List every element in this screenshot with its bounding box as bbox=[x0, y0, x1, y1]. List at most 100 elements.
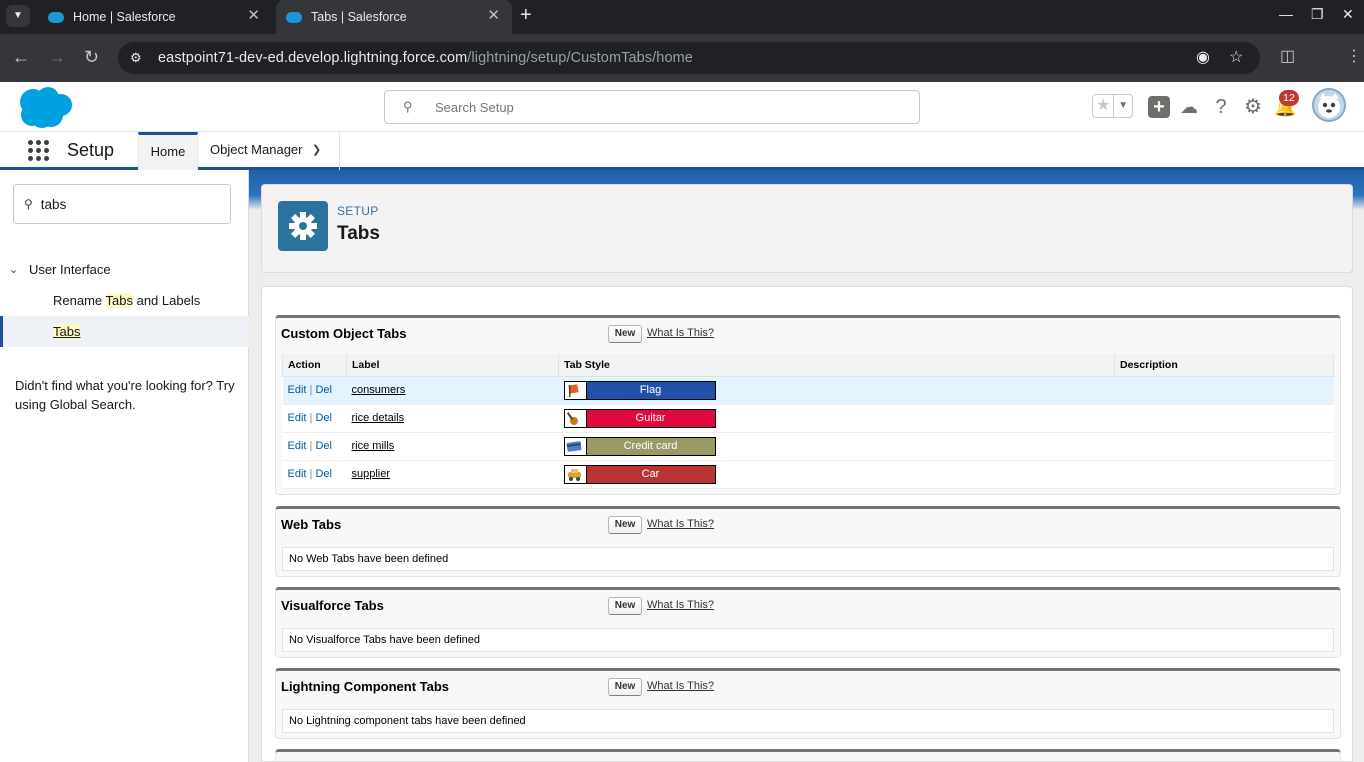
back-icon[interactable]: ← bbox=[12, 46, 30, 68]
tab-label-link[interactable]: consumers bbox=[352, 384, 406, 396]
action-cell: Edit | Del bbox=[282, 432, 347, 461]
favorites-dropdown-icon[interactable]: ▼ bbox=[1114, 95, 1132, 117]
edit-link[interactable]: Edit bbox=[288, 440, 307, 452]
car-icon bbox=[564, 465, 587, 483]
flag-icon bbox=[564, 381, 587, 399]
visualforce-tabs-section: Visualforce Tabs New What Is This? No Vi… bbox=[275, 587, 1341, 658]
setup-sidebar: ⚲ ⌄ User Interface Rename Tabs and Label… bbox=[0, 170, 249, 762]
tab-style-name: Flag bbox=[586, 381, 715, 399]
bookmark-star-icon[interactable]: ☆ bbox=[1229, 49, 1243, 67]
new-custom-object-tab-button[interactable]: New bbox=[608, 325, 642, 343]
what-is-this-link[interactable]: What Is This? bbox=[647, 680, 714, 692]
empty-message: No Web Tabs have been defined bbox=[282, 547, 1334, 571]
page-title: Tabs bbox=[337, 223, 380, 244]
extensions-icon[interactable]: ◫ bbox=[1280, 46, 1295, 68]
action-cell: Edit | Del bbox=[282, 376, 347, 405]
tab-label-link[interactable]: supplier bbox=[352, 468, 391, 480]
action-cell: Edit | Del bbox=[282, 460, 347, 489]
quick-find-input[interactable] bbox=[40, 196, 211, 212]
nav-tab-home[interactable]: Home bbox=[138, 132, 198, 170]
quick-find-box[interactable]: ⚲ bbox=[13, 184, 231, 224]
guitar-icon bbox=[564, 409, 587, 427]
what-is-this-link[interactable]: What Is This? bbox=[647, 518, 714, 530]
tab-style-name: Guitar bbox=[586, 409, 715, 427]
tab-style-name: Credit card bbox=[586, 437, 715, 455]
table-row: Edit | Del consumers Flag bbox=[282, 376, 1334, 405]
del-link[interactable]: Del bbox=[315, 468, 332, 480]
new-tab-icon[interactable]: + bbox=[520, 4, 532, 26]
custom-object-tabs-table: Action Label Tab Style Description Edit … bbox=[282, 354, 1334, 489]
eye-icon[interactable]: ◉ bbox=[1196, 49, 1210, 67]
description-cell bbox=[1114, 376, 1334, 405]
del-link[interactable]: Del bbox=[315, 384, 332, 396]
new-web-tab-button[interactable]: New bbox=[608, 516, 642, 534]
what-is-this-link[interactable]: What Is This? bbox=[647, 599, 714, 611]
edit-link[interactable]: Edit bbox=[288, 384, 307, 396]
edit-link[interactable]: Edit bbox=[288, 412, 307, 424]
tab-search-icon[interactable]: ▼ bbox=[6, 5, 30, 27]
sidebar-item-rename-tabs[interactable]: Rename Tabs and Labels bbox=[0, 285, 249, 316]
chevron-down-icon[interactable]: ❯ bbox=[312, 132, 321, 168]
setup-gear-icon[interactable]: ⚙ bbox=[1242, 96, 1264, 118]
next-section-partial bbox=[275, 749, 1341, 761]
close-tab-icon[interactable]: ✕ bbox=[487, 8, 500, 24]
search-icon: ⚲ bbox=[24, 197, 33, 211]
browser-tab-strip: ▼ Home | Salesforce ✕ Tabs | Salesforce … bbox=[0, 0, 1364, 34]
tree-section-user-interface[interactable]: ⌄ User Interface bbox=[0, 257, 249, 281]
browser-tab-title: Home | Salesforce bbox=[73, 10, 176, 24]
global-actions-plus-icon[interactable]: + bbox=[1148, 96, 1170, 118]
sidebar-item-label: Tabs bbox=[53, 324, 81, 339]
url-text[interactable]: eastpoint71-dev-ed.develop.lightning.for… bbox=[158, 50, 693, 66]
table-row: Edit | Del supplier Car bbox=[282, 460, 1334, 489]
nav-tab-label: Object Manager bbox=[210, 142, 303, 157]
tabs-content: Custom Object Tabs New What Is This? Act… bbox=[261, 286, 1353, 762]
lightning-component-tabs-section: Lightning Component Tabs New What Is Thi… bbox=[275, 668, 1341, 739]
forward-icon[interactable]: → bbox=[48, 46, 66, 68]
label-cell: rice mills bbox=[346, 432, 559, 461]
close-tab-icon[interactable]: ✕ bbox=[247, 8, 260, 24]
user-avatar[interactable] bbox=[1312, 88, 1346, 122]
favorites-group: ★ ▼ bbox=[1092, 94, 1133, 118]
restore-icon[interactable]: ❐ bbox=[1311, 4, 1324, 24]
breadcrumb[interactable]: SETUP bbox=[337, 204, 379, 218]
chevron-down-icon[interactable]: ⌄ bbox=[9, 263, 23, 276]
setup-nav-bar: Setup Home Object Manager ❯ bbox=[0, 132, 1364, 170]
trailhead-icon[interactable]: ☁ bbox=[1178, 96, 1200, 118]
edit-link[interactable]: Edit bbox=[288, 468, 307, 480]
del-link[interactable]: Del bbox=[315, 440, 332, 452]
table-row: Edit | Del rice details Guitar bbox=[282, 404, 1334, 433]
address-bar[interactable]: ⚙ eastpoint71-dev-ed.develop.lightning.f… bbox=[118, 42, 1260, 74]
reload-icon[interactable]: ↻ bbox=[84, 46, 99, 68]
salesforce-logo[interactable] bbox=[15, 86, 73, 128]
new-lightning-tab-button[interactable]: New bbox=[608, 678, 642, 696]
tab-label-link[interactable]: rice mills bbox=[352, 440, 395, 452]
nav-tab-object-manager[interactable]: Object Manager ❯ bbox=[199, 132, 340, 170]
empty-message: No Visualforce Tabs have been defined bbox=[282, 628, 1334, 652]
salesforce-favicon-icon bbox=[286, 11, 302, 23]
browser-tab-home[interactable]: Home | Salesforce ✕ bbox=[36, 0, 272, 34]
table-row: Edit | Del rice mills Credit card bbox=[282, 432, 1334, 461]
del-link[interactable]: Del bbox=[315, 412, 332, 424]
new-visualforce-tab-button[interactable]: New bbox=[608, 597, 642, 615]
close-window-icon[interactable]: ✕ bbox=[1342, 4, 1354, 24]
column-header: Action bbox=[282, 354, 347, 377]
search-icon: ⚲ bbox=[403, 99, 413, 114]
sidebar-item-label: and Labels bbox=[132, 293, 201, 308]
sidebar-item-tabs[interactable]: Tabs bbox=[0, 316, 249, 347]
setup-search-box[interactable]: ⚲ bbox=[384, 90, 920, 124]
tab-style-swatch: Car bbox=[563, 464, 716, 484]
notification-badge: 12 bbox=[1279, 90, 1299, 106]
help-icon[interactable]: ? bbox=[1210, 96, 1232, 118]
empty-message: No Lightning component tabs have been de… bbox=[282, 709, 1334, 733]
tab-label-link[interactable]: rice details bbox=[352, 412, 405, 424]
minimize-icon[interactable]: — bbox=[1279, 4, 1293, 24]
browser-tab-tabs[interactable]: Tabs | Salesforce ✕ bbox=[276, 0, 512, 34]
favorite-star-icon[interactable]: ★ bbox=[1093, 95, 1115, 117]
search-input[interactable] bbox=[435, 99, 875, 115]
app-launcher-icon[interactable] bbox=[28, 140, 50, 162]
what-is-this-link[interactable]: What Is This? bbox=[647, 327, 714, 339]
description-cell bbox=[1114, 432, 1334, 461]
browser-menu-icon[interactable]: ⋮ bbox=[1346, 46, 1362, 68]
site-info-icon[interactable]: ⚙ bbox=[130, 50, 146, 66]
description-cell bbox=[1114, 404, 1334, 433]
